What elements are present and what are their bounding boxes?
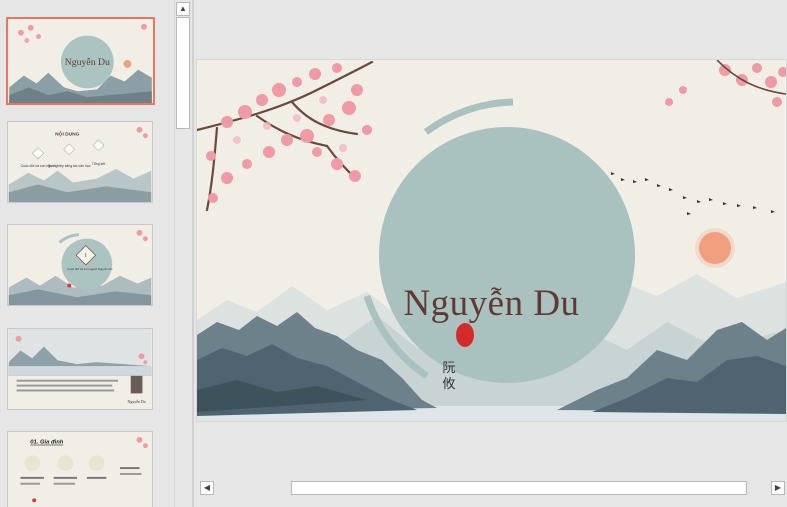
thumbnail-2-item-2: Sự nghiệp sáng tác văn học bbox=[48, 164, 91, 168]
thumbnail-2-item-3: Tổng kết bbox=[92, 162, 105, 166]
slide-thumbnail-2[interactable]: NỘI DUNG Cuộc đời và con người Sự nghiệp… bbox=[7, 121, 153, 203]
thumbnail-scrollbar[interactable]: ▲ bbox=[174, 0, 193, 507]
horizontal-scrollbar-thumb[interactable] bbox=[291, 481, 747, 495]
bottom-strip bbox=[194, 497, 787, 507]
scroll-right-icon: ▶ bbox=[774, 483, 782, 492]
slide-thumbnail-3[interactable]: I Cuộc đời và con người Nguyễn Du bbox=[7, 224, 153, 306]
slide-thumbnail-panel: Nguyễn Du NỘI DUNG Cuộc đời và con người… bbox=[0, 0, 174, 507]
scroll-right-button[interactable]: ▶ bbox=[771, 481, 785, 495]
thumbnail-scrollbar-thumb[interactable] bbox=[176, 17, 190, 129]
thumbnail-2-preview: NỘI DUNG Cuộc đời và con người Sự nghiệp… bbox=[8, 122, 152, 202]
scroll-left-icon: ◀ bbox=[203, 483, 211, 492]
scroll-left-button[interactable]: ◀ bbox=[200, 481, 214, 495]
slide-thumbnail-4[interactable]: Nguyễn Du bbox=[7, 328, 153, 410]
thumbnail-5-heading: 01. Gia đình bbox=[30, 440, 64, 446]
thumbnail-1-preview: Nguyễn Du bbox=[9, 19, 152, 103]
thumbnail-1-title: Nguyễn Du bbox=[65, 57, 110, 68]
slide-background-art bbox=[197, 60, 786, 421]
slide-title[interactable]: Nguyễn Du bbox=[197, 282, 786, 325]
thumbnail-4-preview: Nguyễn Du bbox=[8, 329, 152, 409]
thumbnail-3-caption: Cuộc đời và con người Nguyễn Du bbox=[67, 266, 112, 271]
thumbnail-3-preview: I Cuộc đời và con người Nguyễn Du bbox=[8, 225, 152, 305]
slide-editing-area: Nguyễn Du 阮攸 bbox=[194, 0, 787, 478]
slide-thumbnail-5[interactable]: 01. Gia đình bbox=[7, 431, 153, 507]
slide-thumbnail-1[interactable]: Nguyễn Du bbox=[6, 17, 155, 105]
thumbnail-4-caption: Nguyễn Du bbox=[128, 399, 146, 404]
scroll-up-icon: ▲ bbox=[179, 4, 187, 13]
current-slide[interactable]: Nguyễn Du 阮攸 bbox=[197, 60, 786, 421]
slide-subtitle-chinese[interactable]: 阮攸 bbox=[441, 360, 457, 392]
thumbnail-5-preview: 01. Gia đình bbox=[8, 432, 152, 507]
scroll-up-button[interactable]: ▲ bbox=[176, 2, 190, 16]
horizontal-scrollbar[interactable]: ◀ ▶ bbox=[198, 480, 787, 497]
